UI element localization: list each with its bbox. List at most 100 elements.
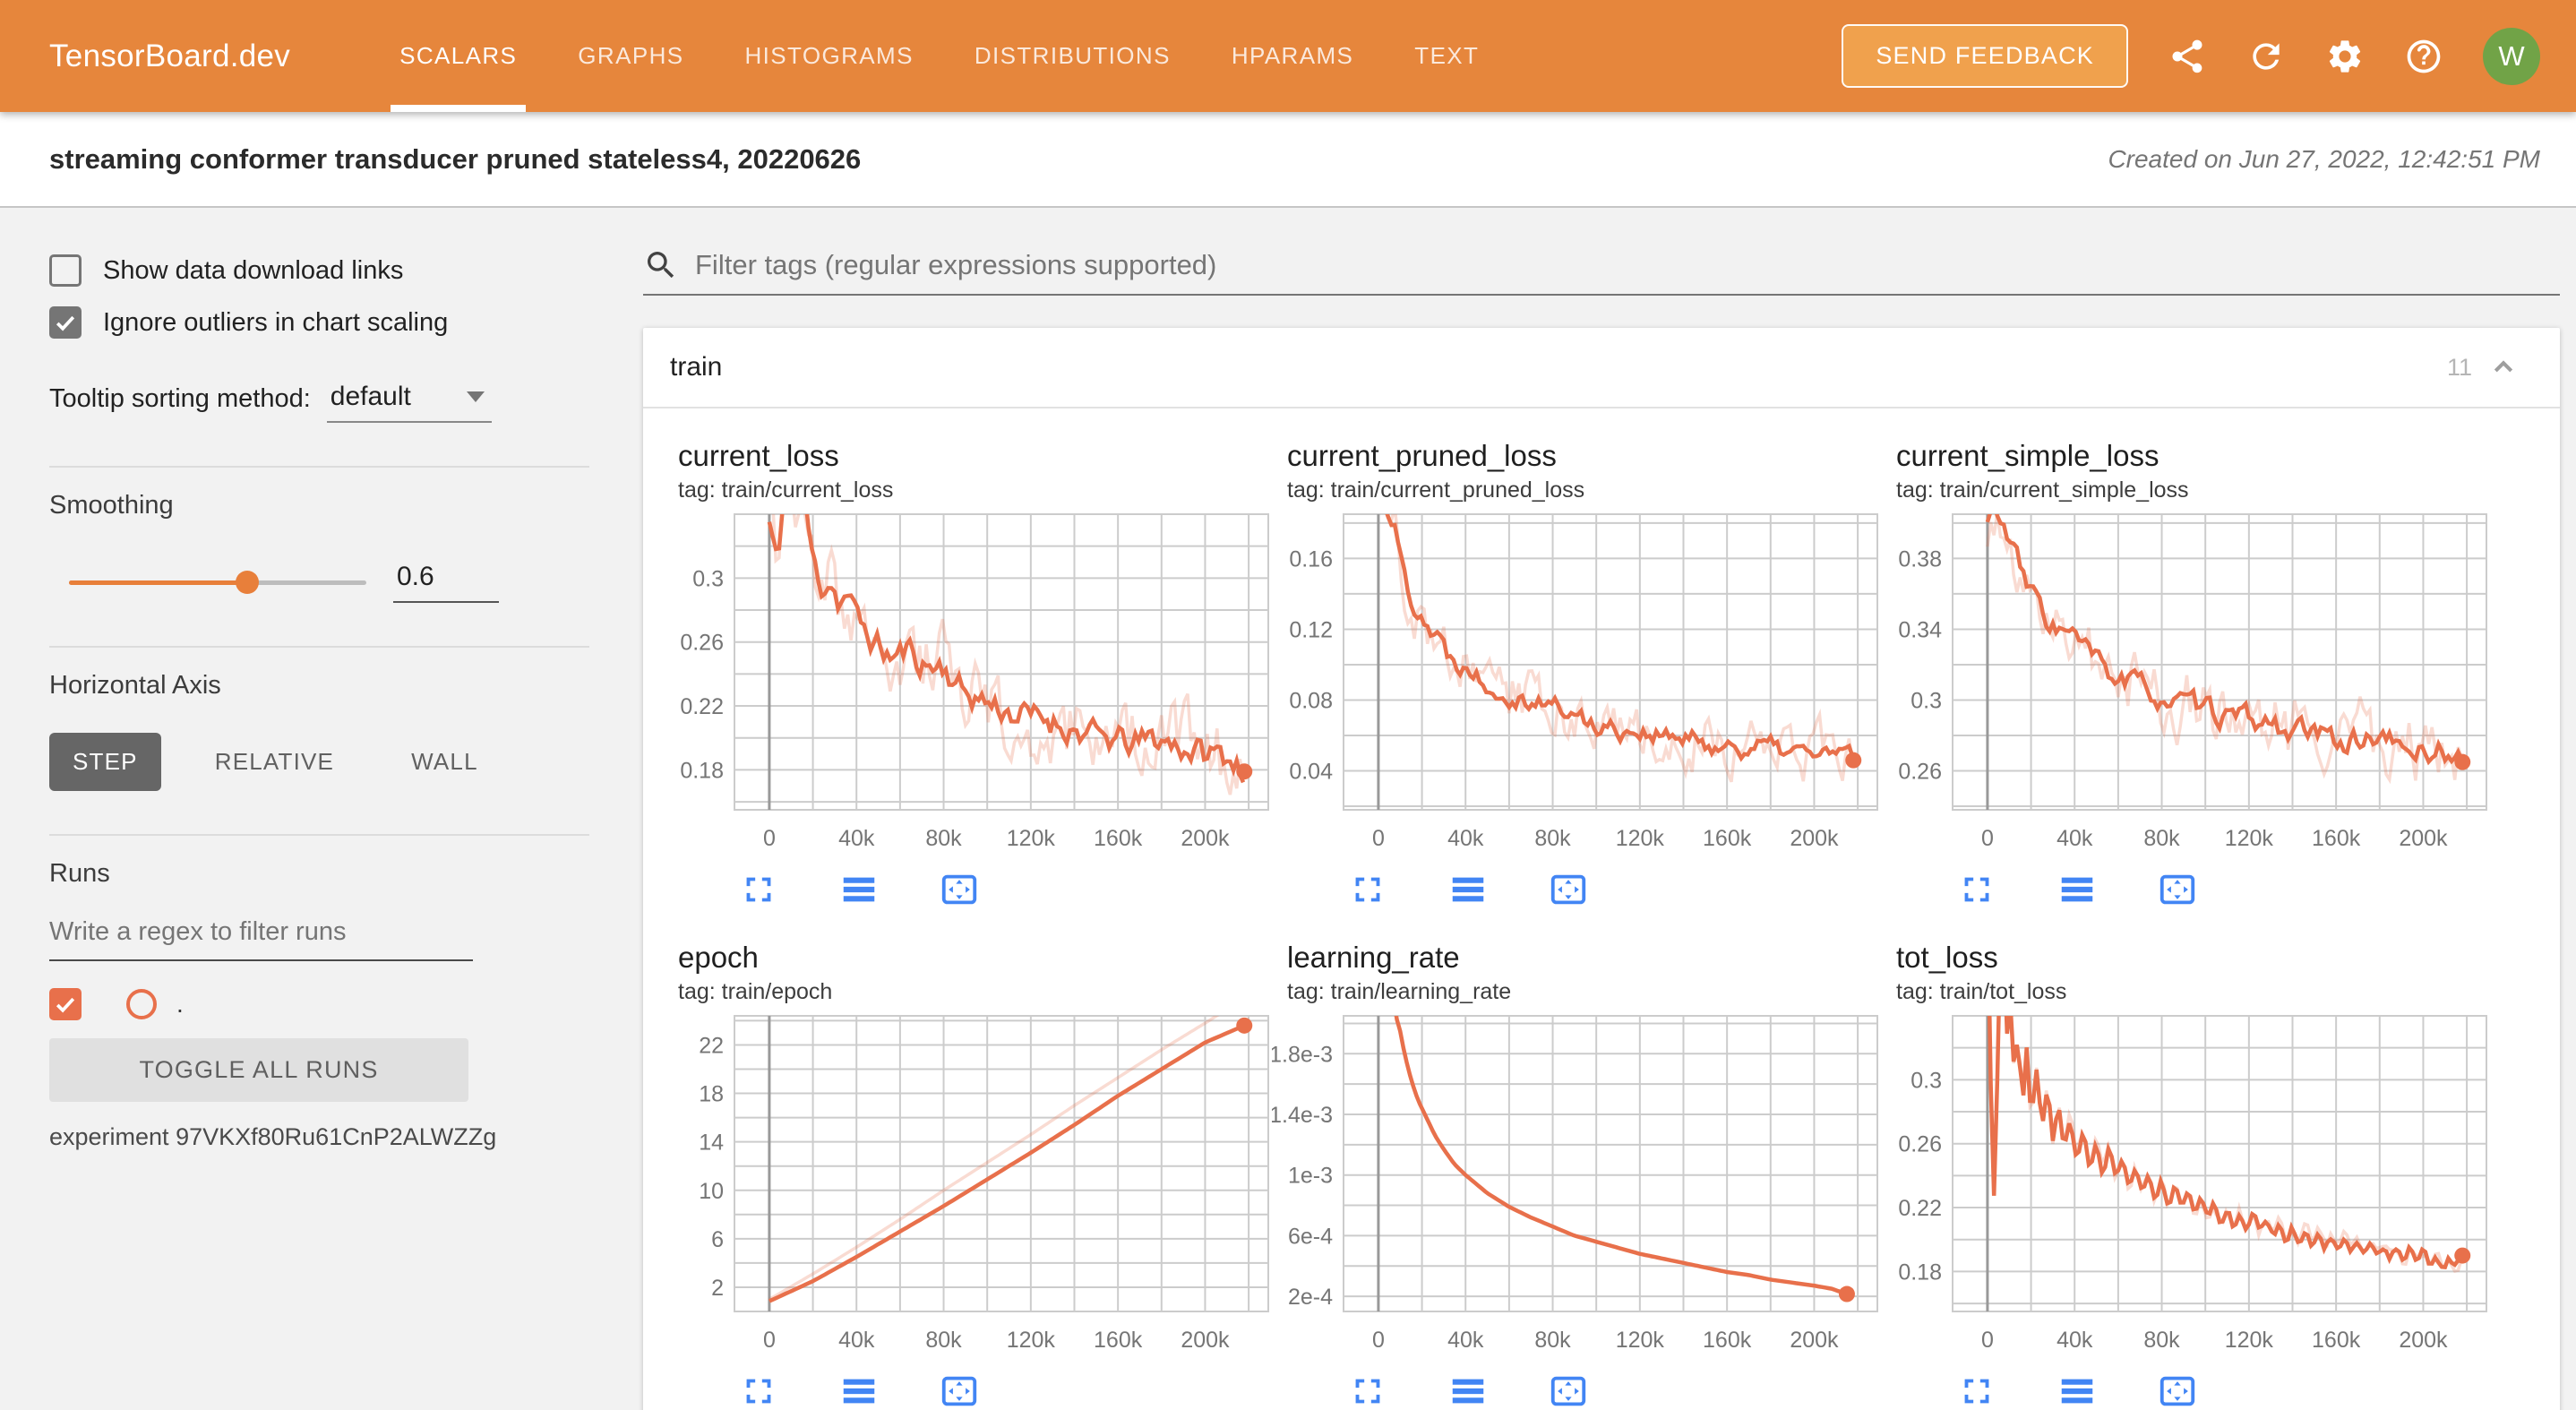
user-avatar[interactable]: W bbox=[2483, 28, 2540, 85]
share-icon[interactable] bbox=[2168, 37, 2207, 76]
toggle-all-runs-button[interactable]: TOGGLE ALL RUNS bbox=[49, 1038, 468, 1102]
runs-label: Runs bbox=[49, 859, 589, 889]
settings-gear-icon[interactable] bbox=[2325, 37, 2365, 76]
svg-text:200k: 200k bbox=[2399, 1328, 2448, 1353]
svg-text:80k: 80k bbox=[1534, 826, 1571, 851]
run-color-swatch[interactable] bbox=[126, 989, 157, 1019]
fit-domain-icon[interactable] bbox=[2157, 1371, 2198, 1410]
expand-chart-icon[interactable] bbox=[738, 1371, 779, 1410]
fit-domain-icon[interactable] bbox=[2157, 869, 2198, 910]
smoothing-slider-fill bbox=[69, 580, 247, 585]
chart-plot[interactable]: 0.260.30.340.38040k80k120k160k200k bbox=[1881, 507, 2490, 869]
axis-option-wall[interactable]: WALL bbox=[388, 733, 502, 791]
chart-tag: tag: train/learning_rate bbox=[1287, 979, 1881, 1005]
show-download-links-checkbox[interactable] bbox=[49, 254, 82, 287]
svg-text:2e-4: 2e-4 bbox=[1288, 1285, 1333, 1310]
tab-distributions[interactable]: DISTRIBUTIONS bbox=[966, 0, 1180, 112]
svg-text:0: 0 bbox=[1372, 1328, 1385, 1353]
chart-plot[interactable]: 0.040.080.120.16040k80k120k160k200k bbox=[1272, 507, 1881, 869]
svg-text:120k: 120k bbox=[1007, 826, 1056, 851]
filter-tags-row bbox=[643, 247, 2560, 296]
search-icon bbox=[643, 247, 679, 283]
expand-chart-icon[interactable] bbox=[1347, 1371, 1388, 1410]
fit-domain-icon[interactable] bbox=[939, 1371, 980, 1410]
created-timestamp: Created on Jun 27, 2022, 12:42:51 PM bbox=[2108, 145, 2540, 174]
chart-toolbar bbox=[1347, 1371, 1881, 1410]
chart-plot[interactable]: 2e-46e-41e-31.4e-31.8e-3040k80k120k160k2… bbox=[1272, 1009, 1881, 1371]
svg-text:0.16: 0.16 bbox=[1289, 546, 1333, 572]
data-table-icon[interactable] bbox=[838, 1371, 880, 1410]
horizontal-axis-options: STEP RELATIVE WALL bbox=[49, 733, 589, 791]
smoothing-label: Smoothing bbox=[49, 491, 589, 520]
data-table-icon[interactable] bbox=[838, 869, 880, 910]
svg-text:120k: 120k bbox=[2225, 1328, 2274, 1353]
axis-option-step[interactable]: STEP bbox=[49, 733, 161, 791]
tab-hparams[interactable]: HPARAMS bbox=[1223, 0, 1362, 112]
svg-text:22: 22 bbox=[699, 1033, 724, 1058]
data-table-icon[interactable] bbox=[2057, 869, 2098, 910]
ignore-outliers-label: Ignore outliers in chart scaling bbox=[103, 308, 448, 338]
chart-toolbar bbox=[1956, 1371, 2490, 1410]
train-section-header[interactable]: train 11 bbox=[643, 328, 2560, 408]
tab-scalars[interactable]: SCALARS bbox=[391, 0, 526, 112]
fit-domain-icon[interactable] bbox=[1548, 869, 1589, 910]
smoothing-slider-thumb[interactable] bbox=[236, 571, 259, 594]
refresh-icon[interactable] bbox=[2246, 37, 2286, 76]
tooltip-sorting-value: default bbox=[331, 382, 411, 412]
send-feedback-button[interactable]: SEND FEEDBACK bbox=[1842, 24, 2128, 88]
smoothing-slider[interactable] bbox=[69, 580, 366, 585]
chart-plot[interactable]: 0.180.220.260.3040k80k120k160k200k bbox=[663, 507, 1272, 869]
data-table-icon[interactable] bbox=[1447, 1371, 1489, 1410]
chart-plot[interactable]: 0.180.220.260.3040k80k120k160k200k bbox=[1881, 1009, 2490, 1371]
help-icon[interactable] bbox=[2404, 37, 2443, 76]
chart-title: learning_rate bbox=[1287, 941, 1881, 975]
sidebar-divider bbox=[49, 834, 589, 836]
section-title: train bbox=[670, 352, 722, 383]
svg-text:0: 0 bbox=[763, 826, 776, 851]
chart-toolbar bbox=[738, 869, 1272, 910]
svg-text:0: 0 bbox=[763, 1328, 776, 1353]
sidebar-divider bbox=[49, 646, 589, 648]
svg-text:0.34: 0.34 bbox=[1898, 617, 1942, 642]
section-count-value: 11 bbox=[2447, 354, 2472, 382]
data-table-icon[interactable] bbox=[1447, 869, 1489, 910]
scalar-chart-card: learning_rate tag: train/learning_rate 2… bbox=[1272, 937, 1881, 1410]
tab-histograms[interactable]: HISTOGRAMS bbox=[736, 0, 923, 112]
svg-text:160k: 160k bbox=[1094, 1328, 1143, 1353]
svg-text:200k: 200k bbox=[1181, 826, 1230, 851]
data-table-icon[interactable] bbox=[2057, 1371, 2098, 1410]
chart-tag: tag: train/current_loss bbox=[678, 477, 1272, 503]
expand-chart-icon[interactable] bbox=[1956, 1371, 1997, 1410]
svg-text:0: 0 bbox=[1372, 826, 1385, 851]
tab-text[interactable]: TEXT bbox=[1405, 0, 1488, 112]
expand-chart-icon[interactable] bbox=[738, 869, 779, 910]
expand-chart-icon[interactable] bbox=[1347, 869, 1388, 910]
svg-text:160k: 160k bbox=[1094, 826, 1143, 851]
svg-text:6: 6 bbox=[711, 1227, 724, 1252]
tab-graphs[interactable]: GRAPHS bbox=[569, 0, 692, 112]
chart-plot[interactable]: 2610141822040k80k120k160k200k bbox=[663, 1009, 1272, 1371]
svg-text:1.4e-3: 1.4e-3 bbox=[1272, 1103, 1333, 1128]
fit-domain-icon[interactable] bbox=[939, 869, 980, 910]
chart-tag: tag: train/tot_loss bbox=[1896, 979, 2490, 1005]
svg-text:0: 0 bbox=[1981, 1328, 1994, 1353]
smoothing-value-input[interactable] bbox=[393, 562, 499, 603]
filter-tags-input[interactable] bbox=[693, 248, 2560, 282]
experiment-title-bar: streaming conformer transducer pruned st… bbox=[0, 112, 2576, 208]
svg-text:40k: 40k bbox=[2057, 826, 2093, 851]
chart-title: epoch bbox=[678, 941, 1272, 975]
chart-toolbar bbox=[738, 1371, 1272, 1410]
ignore-outliers-checkbox[interactable] bbox=[49, 306, 82, 339]
svg-text:40k: 40k bbox=[2057, 1328, 2093, 1353]
sidebar-divider bbox=[49, 466, 589, 468]
svg-text:120k: 120k bbox=[1616, 826, 1665, 851]
axis-option-relative[interactable]: RELATIVE bbox=[192, 733, 357, 791]
runs-filter-input[interactable] bbox=[49, 912, 473, 961]
expand-chart-icon[interactable] bbox=[1956, 869, 1997, 910]
run-checkbox[interactable] bbox=[49, 988, 82, 1020]
svg-text:0.08: 0.08 bbox=[1289, 688, 1333, 713]
svg-text:0.3: 0.3 bbox=[1911, 1068, 1942, 1093]
chevron-up-icon[interactable] bbox=[2486, 350, 2520, 384]
tooltip-sorting-select[interactable]: default bbox=[327, 382, 492, 423]
fit-domain-icon[interactable] bbox=[1548, 1371, 1589, 1410]
